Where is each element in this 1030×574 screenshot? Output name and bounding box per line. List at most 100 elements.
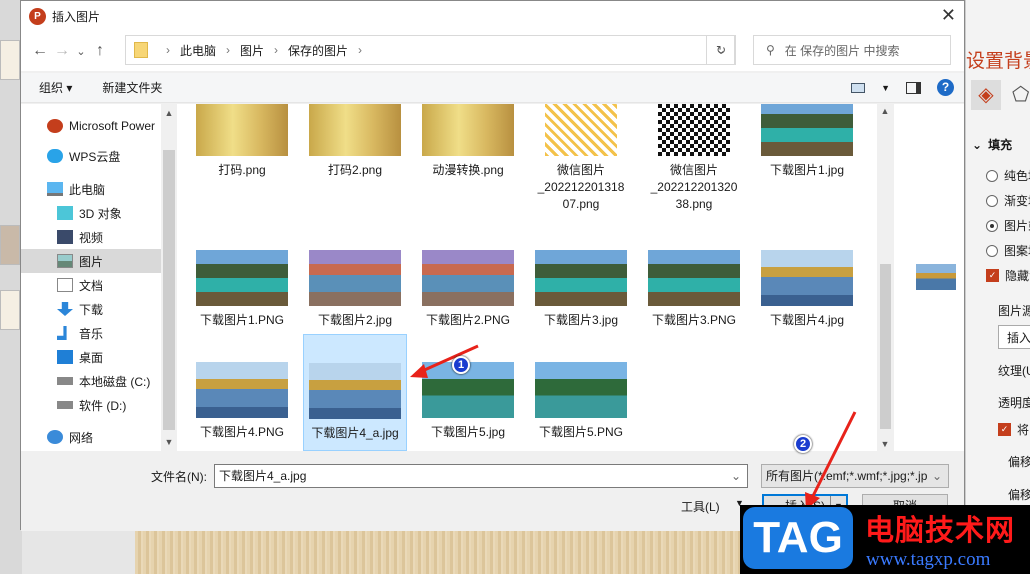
file-name: 下载图片4.jpg bbox=[769, 313, 845, 327]
effects-tab-icon[interactable]: ⬠ bbox=[1012, 82, 1029, 107]
insert-picture-button[interactable]: 插入 bbox=[998, 325, 1030, 349]
scrollbar-thumb[interactable] bbox=[880, 264, 891, 429]
file-name: 下载图片5.jpg bbox=[430, 425, 506, 439]
search-icon: ⚲ bbox=[766, 43, 775, 57]
scrollbar-thumb[interactable] bbox=[163, 150, 175, 430]
forward-arrow-icon[interactable]: → bbox=[51, 42, 73, 60]
slide-thumbnail[interactable] bbox=[0, 290, 20, 330]
sidebar-item[interactable]: 本地磁盘 (C:) bbox=[21, 369, 161, 393]
chevron-down-icon[interactable]: ⌄ bbox=[731, 465, 741, 487]
file-name: 下载图片3.PNG bbox=[651, 313, 736, 327]
file-item[interactable]: 下载图片1.jpg bbox=[755, 104, 859, 179]
new-folder-button[interactable]: 新建文件夹 bbox=[102, 79, 162, 96]
search-input[interactable]: ⚲ 在 保存的图片 中搜索 bbox=[753, 35, 951, 65]
scroll-down-icon[interactable]: ▼ bbox=[161, 437, 177, 447]
radio-gradient-fill[interactable]: 渐变填充 bbox=[986, 192, 1030, 209]
cloud-icon bbox=[47, 149, 63, 163]
breadcrumb-item[interactable]: 图片 bbox=[240, 42, 264, 59]
file-item[interactable]: 下载图片4.jpg bbox=[755, 250, 859, 329]
sidebar-item[interactable]: 音乐 bbox=[21, 321, 161, 345]
sidebar-item-label: 音乐 bbox=[79, 326, 104, 341]
file-name: 下载图片1.jpg bbox=[769, 163, 845, 177]
computer-icon bbox=[47, 182, 63, 196]
sidebar-item[interactable]: 视频 bbox=[21, 225, 161, 249]
slide-thumbnail[interactable] bbox=[0, 40, 20, 80]
view-options-icon[interactable] bbox=[851, 82, 866, 93]
chevron-down-icon[interactable]: ⌄ bbox=[931, 465, 942, 487]
sidebar-scrollbar[interactable]: ▲ ▼ bbox=[161, 104, 177, 451]
file-type-select[interactable]: 所有图片(*.emf;*.wmf;*.jpg;*.jp ⌄ bbox=[761, 464, 949, 488]
texture-label: 纹理(U) bbox=[998, 364, 1030, 378]
up-arrow-icon[interactable]: ↑ bbox=[89, 42, 111, 60]
option-label: 图案填充 bbox=[1004, 244, 1030, 258]
file-item[interactable]: 下载图片1.PNG bbox=[190, 250, 294, 329]
filename-input[interactable]: 下载图片4_a.jpg ⌄ bbox=[214, 464, 748, 488]
sidebar-item[interactable]: WPS云盘 bbox=[21, 144, 161, 168]
file-item[interactable]: 下载图片5.PNG bbox=[529, 334, 633, 441]
radio-picture-fill[interactable]: 图片或纹理填充 bbox=[986, 217, 1030, 234]
file-item[interactable]: 打码2.png bbox=[303, 104, 407, 179]
preview-pane-icon[interactable] bbox=[906, 81, 921, 94]
file-name: 下载图片3.jpg bbox=[543, 313, 619, 327]
sidebar-item[interactable]: Microsoft Power bbox=[21, 114, 161, 138]
back-arrow-icon[interactable]: ← bbox=[29, 42, 51, 60]
help-icon[interactable]: ? bbox=[937, 79, 954, 96]
file-name: 微信图片 bbox=[556, 163, 605, 177]
file-item[interactable]: 下载图片5.jpg bbox=[416, 334, 520, 441]
picture-source-label: 图片源 bbox=[998, 304, 1030, 318]
file-item[interactable]: 动漫转换.png bbox=[416, 104, 520, 179]
file-item[interactable]: 下载图片4_a.jpg bbox=[303, 334, 407, 451]
file-item[interactable]: 下载图片2.PNG bbox=[416, 250, 520, 329]
sidebar-item[interactable]: 网络 bbox=[21, 425, 161, 449]
file-name: 下载图片4_a.jpg bbox=[311, 426, 399, 440]
scroll-down-icon[interactable]: ▼ bbox=[877, 439, 893, 449]
desktop-icon bbox=[57, 350, 73, 364]
file-name: 38.png bbox=[675, 197, 713, 211]
file-item[interactable]: 下载图片4.PNG bbox=[190, 334, 294, 441]
sidebar-item[interactable]: 下载 bbox=[21, 297, 161, 321]
file-item[interactable]: 下载图片2.jpg bbox=[303, 250, 407, 329]
filename-value: 下载图片4_a.jpg bbox=[219, 469, 307, 483]
refresh-button[interactable]: ↻ bbox=[706, 35, 736, 65]
sidebar-item-label: WPS云盘 bbox=[69, 149, 121, 164]
file-item[interactable]: 下载图片3.PNG bbox=[642, 250, 746, 329]
sidebar-item[interactable]: 此电脑 bbox=[21, 177, 161, 201]
checkmark-icon: ✓ bbox=[998, 423, 1011, 436]
close-icon[interactable]: ✕ bbox=[941, 5, 956, 26]
radio-solid-fill[interactable]: 纯色填充 bbox=[986, 167, 1030, 184]
sidebar-item[interactable]: 桌面 bbox=[21, 345, 161, 369]
breadcrumb-item[interactable]: 保存的图片 bbox=[288, 42, 348, 59]
file-thumbnail bbox=[761, 250, 853, 306]
preview-image bbox=[916, 264, 956, 290]
breadcrumb-item[interactable]: 此电脑 bbox=[180, 42, 216, 59]
fill-tab-icon[interactable]: ◈ bbox=[971, 80, 1001, 110]
sidebar-item[interactable]: 软件 (D:) bbox=[21, 393, 161, 417]
video-icon bbox=[57, 230, 73, 244]
file-item[interactable]: 下载图片3.jpg bbox=[529, 250, 633, 329]
hide-background-checkbox[interactable]: ✓ 隐藏背景图形 bbox=[986, 267, 1030, 284]
recent-chevron-icon[interactable]: ⌄ bbox=[73, 45, 89, 58]
chevron-down-icon[interactable]: ▼ bbox=[881, 83, 890, 93]
sidebar-item[interactable]: 3D 对象 bbox=[21, 201, 161, 225]
fill-section-header[interactable]: ⌄ 填充 bbox=[972, 136, 1012, 153]
slide-thumbnail[interactable] bbox=[0, 225, 20, 265]
checkbox-label: 将图片平铺为纹理 bbox=[1017, 423, 1030, 437]
option-label: 渐变填充 bbox=[1004, 194, 1030, 208]
file-list-scrollbar[interactable]: ▲ ▼ bbox=[877, 104, 894, 451]
address-bar[interactable]: › 此电脑 › 图片 › 保存的图片 › ⌄ bbox=[125, 35, 735, 65]
sidebar-item[interactable]: 图片 bbox=[21, 249, 161, 273]
scroll-up-icon[interactable]: ▲ bbox=[161, 108, 177, 118]
file-item[interactable]: 微信图片 _202212201318 07.png bbox=[529, 104, 633, 213]
file-thumbnail bbox=[648, 250, 740, 306]
download-icon bbox=[57, 302, 73, 316]
organize-button[interactable]: 组织 ▾ bbox=[39, 79, 72, 96]
radio-pattern-fill[interactable]: 图案填充 bbox=[986, 242, 1030, 259]
sidebar-item-label: 此电脑 bbox=[69, 182, 106, 197]
tools-button[interactable]: 工具(L) bbox=[681, 498, 720, 515]
sidebar-item[interactable]: 文档 bbox=[21, 273, 161, 297]
file-item[interactable]: 打码.png bbox=[190, 104, 294, 179]
option-label: 纯色填充 bbox=[1004, 169, 1030, 183]
scroll-up-icon[interactable]: ▲ bbox=[877, 106, 893, 116]
file-item[interactable]: 微信图片 _202212201320 38.png bbox=[642, 104, 746, 213]
tile-checkbox[interactable]: ✓ 将图片平铺为纹理 bbox=[998, 421, 1030, 438]
